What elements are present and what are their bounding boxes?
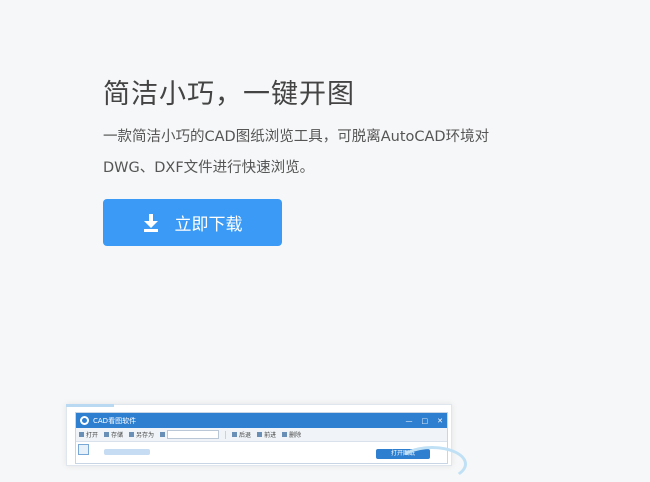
save-as-icon (129, 432, 135, 437)
toolbar-save-as-label: 另存为 (136, 432, 155, 439)
open-icon (79, 432, 84, 437)
toolbar-zoom-select (160, 430, 220, 439)
toolbar-save: 存储 (104, 430, 123, 439)
toolbar-save-as: 另存为 (129, 430, 154, 439)
toolbar-open: 打开 (79, 430, 98, 439)
window-controls: — □ ✕ (406, 413, 444, 428)
close-icon: ✕ (437, 416, 443, 425)
preview-window-title: CAD看图软件 (93, 416, 137, 425)
forward-arrow-icon (257, 432, 263, 437)
preview-window: CAD看图软件 — □ ✕ 打开 存储 另存为 后退 前进 删除 打开图纸 (75, 412, 448, 464)
hero-description-line-1: 一款简洁小巧的CAD图纸浏览工具，可脱离AutoCAD环境对 (103, 129, 490, 145)
side-tool-icon (78, 444, 89, 455)
hero-description-line-2: DWG、DXF文件进行快速浏览。 (103, 160, 315, 176)
toolbar-delete-label: 删除 (289, 432, 302, 439)
preview-titlebar: CAD看图软件 — □ ✕ (76, 413, 447, 428)
app-logo-icon (80, 416, 89, 425)
minimize-icon: — (405, 416, 413, 425)
toolbar-forward: 前进 (257, 430, 276, 439)
delete-icon (282, 432, 288, 437)
toolbar-forward-label: 前进 (264, 432, 277, 439)
save-icon (104, 432, 110, 437)
preview-decoration (66, 404, 114, 407)
hero-title: 简洁小巧，一键开图 (103, 79, 355, 110)
maximize-icon: □ (421, 416, 429, 425)
toolbar-back-label: 后退 (239, 432, 252, 439)
download-button-label: 立即下载 (174, 215, 243, 235)
toolbar-save-label: 存储 (111, 432, 124, 439)
download-icon (143, 213, 159, 232)
decorative-arc (397, 446, 467, 482)
zoom-icon (160, 432, 166, 437)
toolbar-back: 后退 (232, 430, 251, 439)
toolbar-open-label: 打开 (86, 432, 99, 439)
preview-body: 打开图纸 (76, 442, 447, 464)
download-button[interactable]: 立即下载 (103, 199, 282, 246)
toolbar-delete: 删除 (282, 430, 301, 439)
zoom-select (167, 430, 220, 439)
toolbar-divider (225, 430, 227, 439)
back-arrow-icon (232, 432, 238, 437)
preview-toolbar: 打开 存储 另存为 后退 前进 删除 (76, 428, 447, 442)
preview-tab (104, 449, 150, 455)
